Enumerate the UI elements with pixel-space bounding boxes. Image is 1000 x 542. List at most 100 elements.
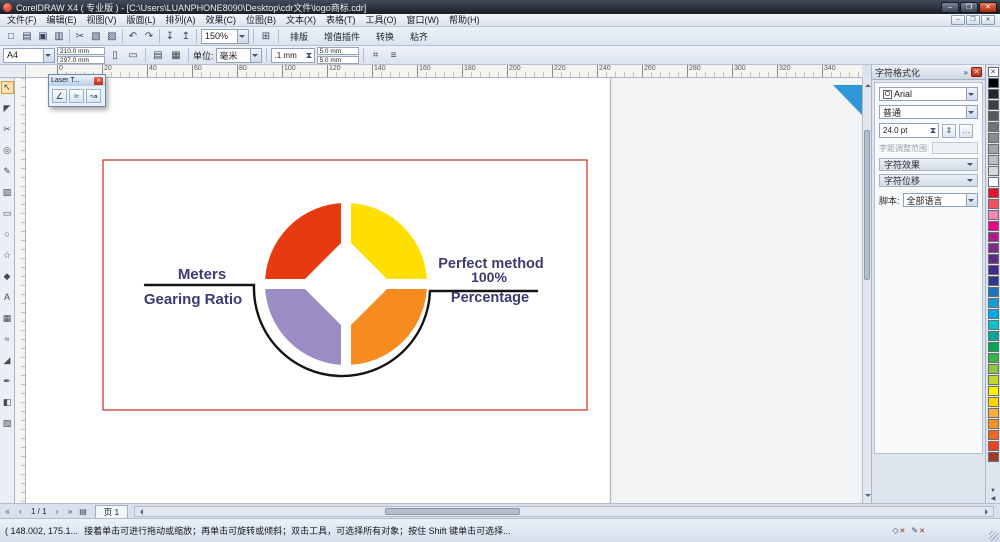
save-icon[interactable]: ▣ — [35, 28, 51, 44]
laser-tool-2-icon[interactable]: ≈ — [69, 89, 84, 103]
shape-tool-icon[interactable]: ◤ — [1, 102, 14, 115]
smart-fill-tool-icon[interactable]: ▨ — [1, 186, 14, 199]
all-pages-icon[interactable]: ▤ — [150, 47, 166, 63]
horizontal-scrollbar[interactable] — [134, 505, 994, 517]
options-icon[interactable]: ≡ — [386, 47, 402, 63]
page-width-field[interactable]: 210.0 mm — [57, 46, 105, 55]
menu-item[interactable]: 文本(X) — [281, 14, 321, 27]
copy-icon[interactable]: ▧ — [88, 28, 104, 44]
section-character-shift[interactable]: 字符位移 — [879, 174, 978, 187]
document-close-button[interactable]: ✕ — [981, 15, 995, 25]
color-swatch[interactable] — [987, 122, 999, 132]
maximize-button[interactable]: ❐ — [960, 1, 978, 13]
redo-icon[interactable]: ↷ — [141, 28, 157, 44]
freehand-tool-icon[interactable]: ✎ — [1, 165, 14, 178]
color-swatch[interactable] — [987, 111, 999, 121]
duplicate-y-field[interactable]: 5.0 mm — [316, 55, 359, 64]
next-page-icon[interactable]: › — [52, 507, 63, 516]
horizontal-ruler[interactable]: 0 20 40 60 80 100 120 140 160 180 200 220 240 260 280 3… — [26, 65, 862, 78]
menu-item[interactable]: 表格(T) — [321, 14, 361, 27]
color-swatch[interactable] — [987, 78, 999, 88]
last-page-icon[interactable]: » — [65, 507, 76, 516]
vertical-ruler[interactable] — [15, 78, 26, 503]
laser-toolbar-close-icon[interactable]: ✕ — [94, 76, 103, 85]
export-icon[interactable]: ↥ — [178, 28, 194, 44]
current-page-icon[interactable]: ▦ — [168, 47, 184, 63]
zoom-level-select[interactable]: 150% — [201, 28, 249, 44]
outline-tool-icon[interactable]: ✒ — [1, 375, 14, 388]
menu-item[interactable]: 位图(B) — [241, 14, 281, 27]
menu-item[interactable]: 帮助(H) — [444, 14, 485, 27]
color-swatch[interactable] — [987, 320, 999, 330]
docker-close-icon[interactable]: ✕ — [971, 67, 982, 77]
color-swatch[interactable] — [987, 221, 999, 231]
font-style-select[interactable]: 普通 — [879, 105, 978, 119]
color-swatch[interactable] — [987, 265, 999, 275]
horizontal-scroll-thumb[interactable] — [385, 507, 521, 515]
rectangle-tool-icon[interactable]: ▭ — [1, 207, 14, 220]
font-size-field[interactable]: 24.0 pt — [879, 123, 939, 138]
color-swatch[interactable] — [987, 89, 999, 99]
scroll-left-icon[interactable] — [137, 508, 144, 515]
application-launcher-icon[interactable]: ⊞ — [258, 28, 274, 44]
label-meters[interactable]: Meters — [178, 266, 226, 283]
document-restore-button[interactable]: ❐ — [966, 15, 980, 25]
menu-item[interactable]: 编辑(E) — [42, 14, 82, 27]
color-swatch[interactable] — [987, 375, 999, 385]
color-swatch[interactable] — [987, 287, 999, 297]
color-swatch[interactable] — [987, 441, 999, 451]
menu-item[interactable]: 排列(A) — [161, 14, 201, 27]
kerning-button[interactable]: ⇕ — [942, 123, 956, 138]
basic-shapes-tool-icon[interactable]: ◆ — [1, 270, 14, 283]
laser-toolbar-titlebar[interactable]: Laser T... ✕ — [49, 75, 105, 86]
duplicate-x-field[interactable]: 5.0 mm — [316, 46, 359, 55]
interactive-tool-icon[interactable]: ≈ — [1, 333, 14, 346]
fill-tool-icon[interactable]: ◧ — [1, 396, 14, 409]
color-swatch[interactable] — [987, 309, 999, 319]
font-family-select[interactable]: O Arial — [879, 87, 978, 101]
color-swatch[interactable] — [987, 364, 999, 374]
color-swatch[interactable] — [987, 342, 999, 352]
vertical-scrollbar[interactable] — [862, 78, 871, 503]
interactive-fill-tool-icon[interactable]: ▧ — [1, 417, 14, 430]
menu-item[interactable]: 视图(V) — [82, 14, 122, 27]
print-icon[interactable]: ▥ — [51, 28, 67, 44]
minimize-button[interactable]: – — [941, 1, 959, 13]
section-character-effects[interactable]: 字符效果 — [879, 158, 978, 171]
resize-grip[interactable] — [989, 531, 999, 541]
color-swatch[interactable] — [987, 386, 999, 396]
add-page-icon[interactable]: ▤ — [78, 507, 89, 516]
color-swatch[interactable] — [987, 144, 999, 154]
paste-icon[interactable]: ▨ — [104, 28, 120, 44]
previous-page-icon[interactable]: ‹ — [15, 507, 26, 516]
landscape-icon[interactable]: ▭ — [125, 47, 141, 63]
portrait-icon[interactable]: ▯ — [107, 47, 123, 63]
polygon-tool-icon[interactable]: ☆ — [1, 249, 14, 262]
menu-item[interactable]: 工具(O) — [361, 14, 402, 27]
color-swatch[interactable] — [987, 210, 999, 220]
laser-tool-1-icon[interactable]: ∠ — [52, 89, 67, 103]
color-swatch[interactable] — [987, 331, 999, 341]
color-swatch[interactable] — [987, 408, 999, 418]
more-options-button[interactable]: … — [959, 123, 973, 138]
color-swatch[interactable] — [987, 276, 999, 286]
label-gearing-ratio[interactable]: Gearing Ratio — [144, 291, 242, 308]
units-select[interactable]: 毫米 — [215, 47, 262, 63]
color-swatch[interactable] — [987, 199, 999, 209]
color-swatch[interactable] — [987, 397, 999, 407]
toolbar-button[interactable]: 粘齐 — [403, 28, 435, 45]
script-select[interactable]: 全部语言 — [902, 193, 978, 207]
color-swatch[interactable] — [987, 430, 999, 440]
color-swatch[interactable] — [987, 166, 999, 176]
page-height-field[interactable]: 297.0 mm — [57, 55, 105, 64]
close-button[interactable]: ✕ — [979, 1, 997, 13]
crop-tool-icon[interactable]: ✂ — [1, 123, 14, 136]
paper-size-select[interactable]: A4 — [3, 47, 55, 63]
color-swatch[interactable] — [987, 452, 999, 462]
color-swatch[interactable] — [987, 177, 999, 187]
menu-item[interactable]: 版面(L) — [122, 14, 161, 27]
color-swatch[interactable] — [987, 243, 999, 253]
label-percent[interactable]: 100% — [471, 269, 507, 285]
laser-floating-toolbar[interactable]: Laser T... ✕ ∠ ≈ ↝ — [48, 74, 106, 107]
page-tab[interactable]: 页 1 — [94, 504, 129, 518]
